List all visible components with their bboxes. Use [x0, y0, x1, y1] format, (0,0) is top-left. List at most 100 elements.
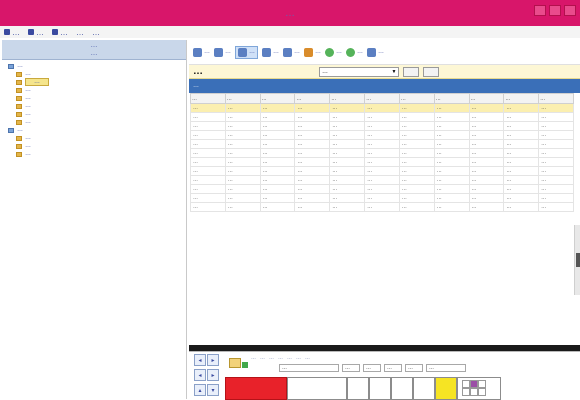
- swatch-blank[interactable]: [369, 377, 391, 400]
- swatch-blank[interactable]: [347, 377, 369, 400]
- table-row[interactable]: ……………………………: [190, 112, 574, 122]
- tree-item-label: …: [25, 135, 31, 141]
- column-header[interactable]: …: [259, 93, 296, 104]
- envelope-icon[interactable]: [229, 358, 241, 368]
- swatch-blank[interactable]: [413, 377, 435, 400]
- filter-clear-button[interactable]: [423, 67, 439, 77]
- tree-item[interactable]: …: [4, 150, 186, 158]
- toolbar-button[interactable]: …: [214, 47, 231, 57]
- tree-item[interactable]: …: [4, 70, 186, 78]
- swatch-yellow[interactable]: [435, 377, 457, 400]
- maximize-button[interactable]: [549, 5, 561, 16]
- nav-row: ◂ ▸: [194, 369, 219, 381]
- column-header[interactable]: …: [364, 93, 400, 104]
- swatch-red[interactable]: [225, 377, 287, 400]
- swatch-purple-grid[interactable]: [457, 377, 501, 400]
- column-header[interactable]: …: [503, 93, 540, 104]
- column-header[interactable]: …: [294, 93, 331, 104]
- table-row[interactable]: ……………………………: [190, 148, 574, 158]
- detail-field[interactable]: …: [384, 364, 402, 372]
- toolbar-button[interactable]: …: [346, 47, 363, 57]
- scrollbar-thumb[interactable]: [576, 253, 580, 267]
- tree-item[interactable]: …: [4, 118, 186, 126]
- detail-field[interactable]: …: [426, 364, 466, 372]
- table-cell: …: [329, 121, 366, 131]
- title-bar: …: [0, 0, 580, 26]
- table-row[interactable]: ……………………………: [190, 139, 574, 149]
- menu-item-1[interactable]: …: [28, 28, 44, 37]
- detail-field[interactable]: …: [363, 364, 381, 372]
- table-cell: …: [364, 193, 400, 203]
- swatch-blank[interactable]: [287, 377, 347, 400]
- table-row[interactable]: ……………………………: [190, 157, 574, 167]
- next-record-button[interactable]: ▸: [207, 369, 219, 381]
- prev-record-button[interactable]: ◂: [194, 369, 206, 381]
- tree-item[interactable]: …: [4, 94, 186, 102]
- table-cell: …: [224, 130, 261, 140]
- toolbar-button[interactable]: …: [367, 47, 384, 57]
- up-record-button[interactable]: ▴: [194, 384, 206, 396]
- toolbar-button[interactable]: …: [283, 47, 300, 57]
- menu-item-label: …: [60, 27, 68, 37]
- toolbar-button[interactable]: …: [235, 45, 258, 59]
- vertical-scrollbar[interactable]: [574, 225, 580, 295]
- grid-cell: [462, 388, 470, 396]
- table-cell: …: [329, 130, 366, 140]
- column-header[interactable]: …: [190, 93, 226, 104]
- tree-item[interactable]: …: [4, 134, 186, 142]
- table-row[interactable]: ……………………………: [190, 166, 574, 176]
- module-select[interactable]: … ▼: [319, 67, 399, 77]
- filter-apply-button[interactable]: [403, 67, 419, 77]
- column-header[interactable]: …: [538, 93, 574, 104]
- toolbar-button[interactable]: …: [193, 47, 210, 57]
- table-row[interactable]: ……………………………: [190, 121, 574, 131]
- tree-item[interactable]: …: [4, 78, 186, 86]
- table-cell: …: [294, 193, 331, 203]
- table-cell: …: [294, 139, 331, 149]
- minimize-button[interactable]: [534, 5, 546, 16]
- detail-field[interactable]: …: [342, 364, 360, 372]
- table-row[interactable]: ……………………………: [190, 103, 574, 113]
- green-circle-icon: [325, 47, 334, 57]
- swatch-blank[interactable]: [391, 377, 413, 400]
- table-cell: …: [398, 157, 435, 167]
- detail-field[interactable]: …: [279, 364, 339, 372]
- tree-item[interactable]: …: [4, 142, 186, 150]
- tree-item[interactable]: …: [4, 102, 186, 110]
- tree-item[interactable]: …: [4, 126, 186, 134]
- column-header[interactable]: …: [433, 93, 470, 104]
- table-cell: …: [538, 103, 574, 113]
- toolbar-button[interactable]: …: [304, 47, 321, 57]
- tree-item[interactable]: …: [4, 110, 186, 118]
- menu-item-0[interactable]: …: [4, 28, 20, 37]
- toolbar-button-label: …: [273, 49, 279, 55]
- detail-field[interactable]: …: [405, 364, 423, 372]
- table-row[interactable]: ……………………………: [190, 184, 574, 194]
- folder-icon: [16, 143, 22, 149]
- close-button[interactable]: [564, 5, 576, 16]
- table-cell: …: [398, 202, 435, 212]
- table-row[interactable]: ……………………………: [190, 175, 574, 185]
- column-header[interactable]: …: [329, 93, 366, 104]
- column-header[interactable]: …: [398, 93, 435, 104]
- column-header[interactable]: …: [468, 93, 505, 104]
- menu-icon: [52, 29, 58, 35]
- down-record-button[interactable]: ▾: [207, 384, 219, 396]
- table-row[interactable]: ……………………………: [190, 202, 574, 212]
- tree-item-label: …: [17, 63, 23, 69]
- first-record-button[interactable]: ◂: [194, 354, 206, 366]
- tree-item[interactable]: …: [4, 62, 186, 70]
- toolbar-button[interactable]: …: [262, 47, 279, 57]
- menu-item-2[interactable]: …: [52, 28, 68, 37]
- table-cell: …: [224, 166, 261, 176]
- table-row[interactable]: ……………………………: [190, 130, 574, 140]
- menu-item-4[interactable]: …: [92, 28, 100, 37]
- last-record-button[interactable]: ▸: [207, 354, 219, 366]
- folder-icon: [16, 135, 22, 141]
- table-row[interactable]: ……………………………: [190, 193, 574, 203]
- tree-item[interactable]: …: [4, 86, 186, 94]
- column-header[interactable]: …: [224, 93, 261, 104]
- menu-item-3[interactable]: …: [76, 28, 84, 37]
- toolbar-button[interactable]: …: [325, 47, 342, 57]
- main-content: ……………………… … … ▼ … …………………………… ……………………………: [189, 40, 580, 345]
